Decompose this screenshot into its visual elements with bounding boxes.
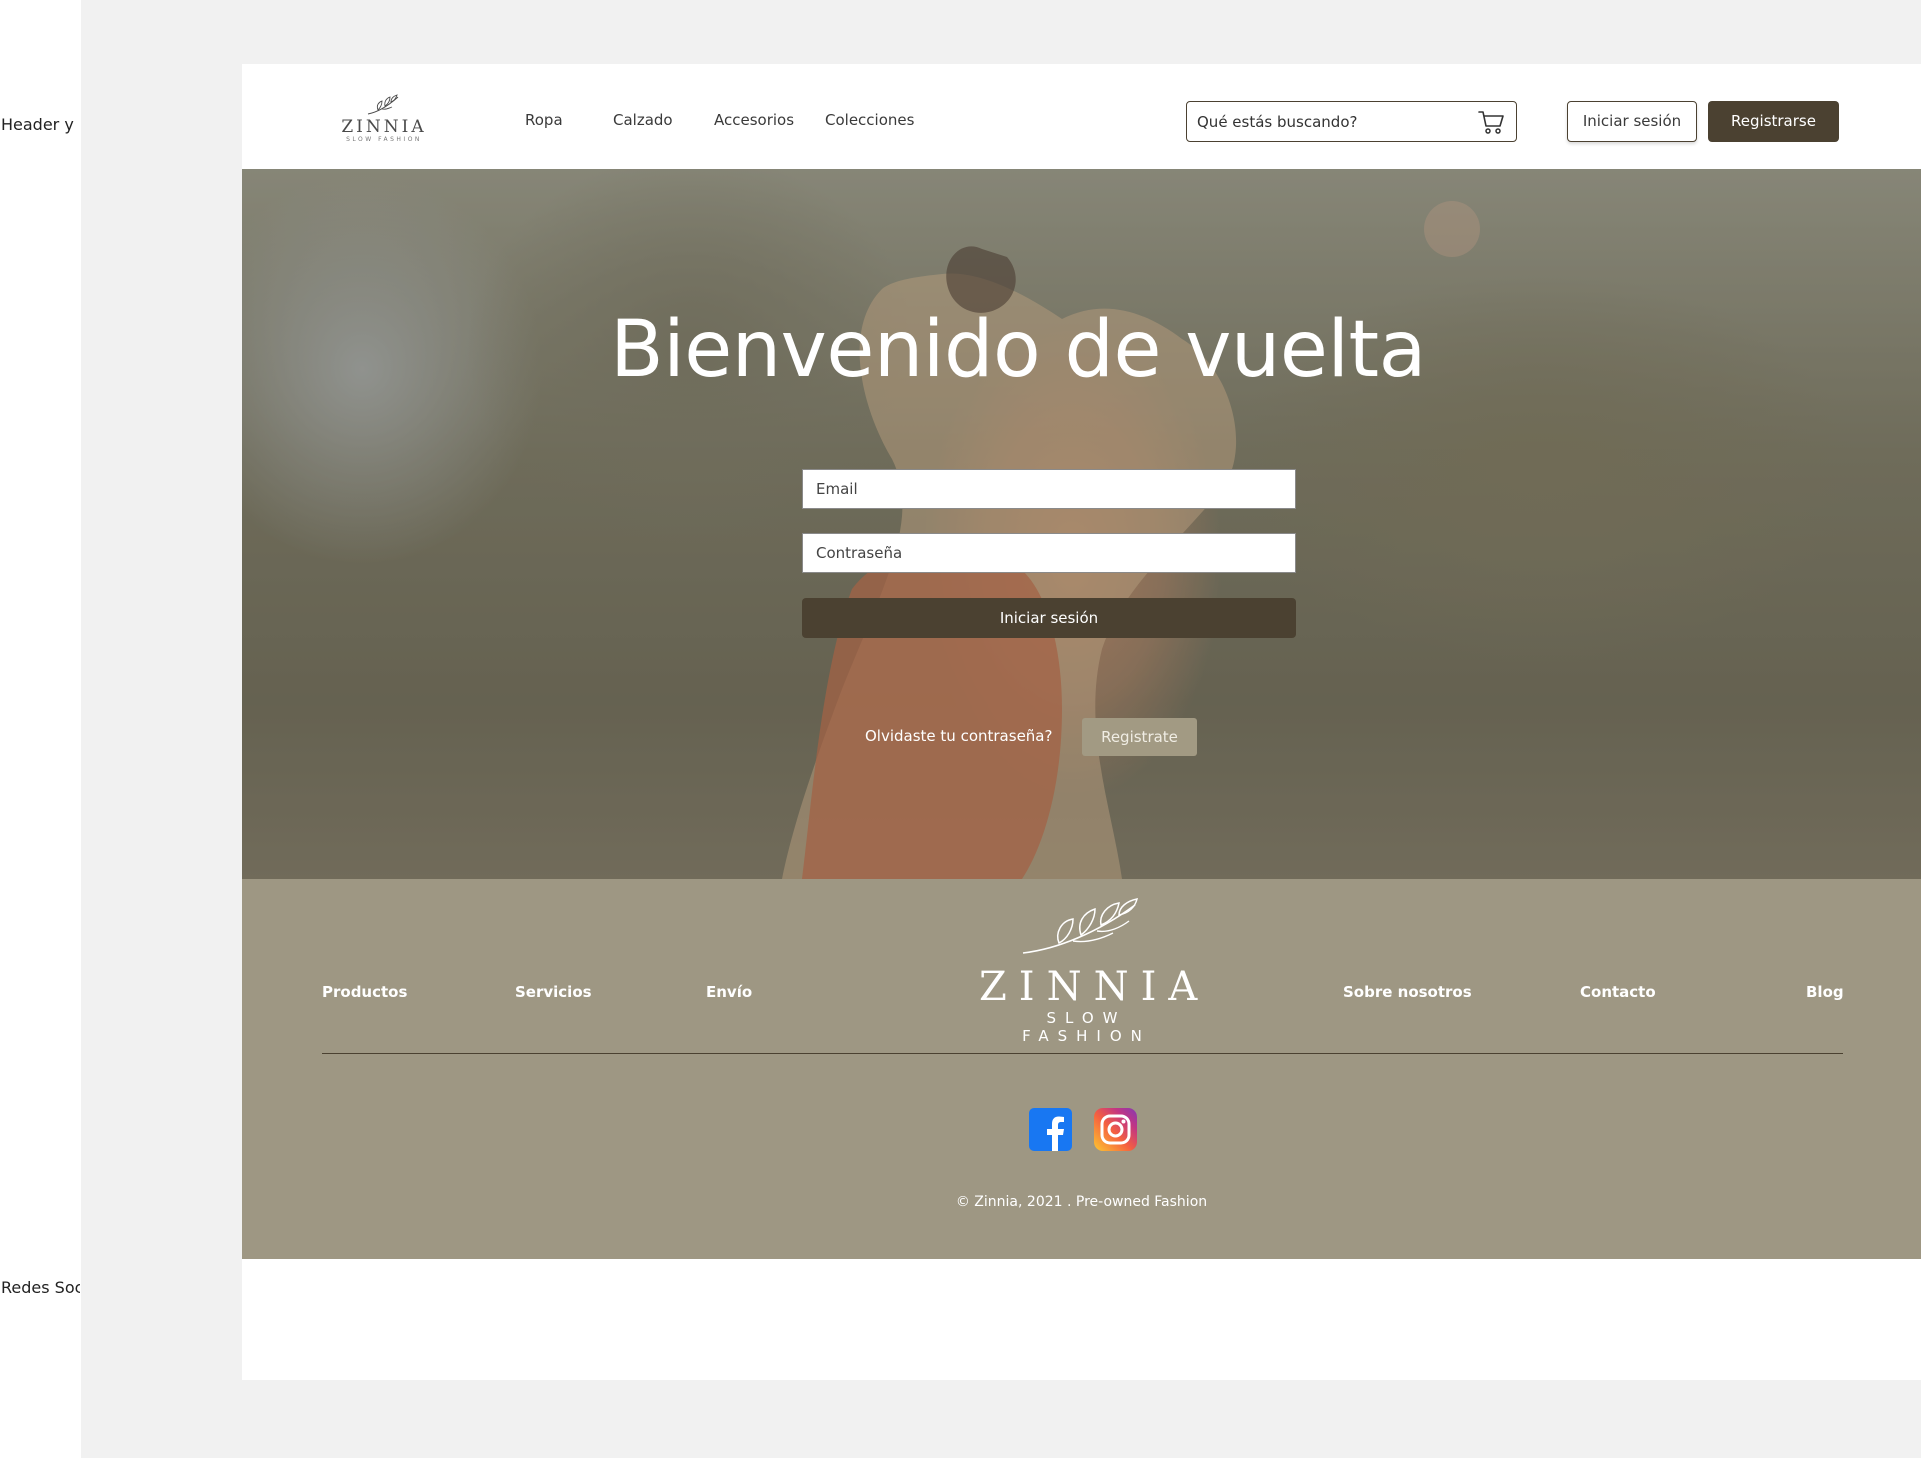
hero-title: Bienvenido de vuelta	[610, 305, 1426, 395]
footer-link-envio[interactable]: Envío	[706, 983, 752, 1001]
footer-link-servicios[interactable]: Servicios	[515, 983, 592, 1001]
copyright-text: © Zinnia, 2021 . Pre-owned Fashion	[955, 1194, 1208, 1210]
footer-link-productos[interactable]: Productos	[322, 983, 407, 1001]
footer-link-sobre-nosotros[interactable]: Sobre nosotros	[1343, 983, 1472, 1001]
page-frame: ZINNIA SLOW FASHION Ropa Calzado Accesor…	[242, 64, 1921, 1380]
site-footer: Productos Servicios Envío ZINNIA SLOW FA…	[242, 879, 1921, 1259]
hero-overlay	[242, 169, 1921, 879]
login-button[interactable]: Iniciar sesión	[1567, 101, 1697, 142]
email-input[interactable]	[803, 470, 1295, 508]
footer-logo[interactable]: ZINNIA SLOW FASHION	[967, 897, 1210, 1045]
hero-section: Bienvenido de vuelta Iniciar sesión Olvi…	[242, 169, 1921, 879]
footer-link-blog[interactable]: Blog	[1806, 983, 1844, 1001]
design-canvas: ZINNIA SLOW FASHION Ropa Calzado Accesor…	[81, 0, 1921, 1458]
registrate-button[interactable]: Registrate	[1082, 718, 1197, 756]
search-input[interactable]	[1197, 102, 1467, 141]
password-input[interactable]	[803, 534, 1295, 572]
instagram-icon[interactable]	[1094, 1108, 1137, 1151]
logo-wordmark: ZINNIA	[341, 117, 427, 137]
nav-item-colecciones[interactable]: Colecciones	[825, 111, 914, 129]
site-header: ZINNIA SLOW FASHION Ropa Calzado Accesor…	[242, 64, 1921, 169]
cart-icon[interactable]	[1476, 107, 1506, 137]
forgot-password-link[interactable]: Olvidaste tu contraseña?	[865, 727, 1052, 745]
register-button[interactable]: Registrarse	[1708, 101, 1839, 142]
header-logo[interactable]: ZINNIA SLOW FASHION	[339, 94, 429, 149]
login-submit-button[interactable]: Iniciar sesión	[802, 598, 1296, 638]
leaf-branch-icon	[1022, 898, 1139, 954]
annotation-social-label: Redes Soc	[1, 1278, 80, 1297]
facebook-icon[interactable]	[1029, 1108, 1072, 1151]
search-box	[1186, 101, 1517, 142]
nav-item-calzado[interactable]: Calzado	[613, 111, 673, 129]
logo-tagline: SLOW FASHION	[346, 136, 422, 143]
nav-item-accesorios[interactable]: Accesorios	[714, 111, 794, 129]
password-field	[802, 533, 1296, 573]
footer-divider	[322, 1053, 1843, 1054]
leaf-branch-icon	[367, 94, 399, 115]
nav-item-ropa[interactable]: Ropa	[525, 111, 563, 129]
email-field	[802, 469, 1296, 509]
footer-link-contacto[interactable]: Contacto	[1580, 983, 1656, 1001]
footer-logo-wordmark: ZINNIA	[979, 964, 1210, 1010]
annotation-strip: Header y Redes Soc	[0, 0, 81, 1458]
footer-logo-tagline: SLOW FASHION	[1022, 1009, 1151, 1045]
annotation-header-label: Header y	[1, 115, 74, 134]
